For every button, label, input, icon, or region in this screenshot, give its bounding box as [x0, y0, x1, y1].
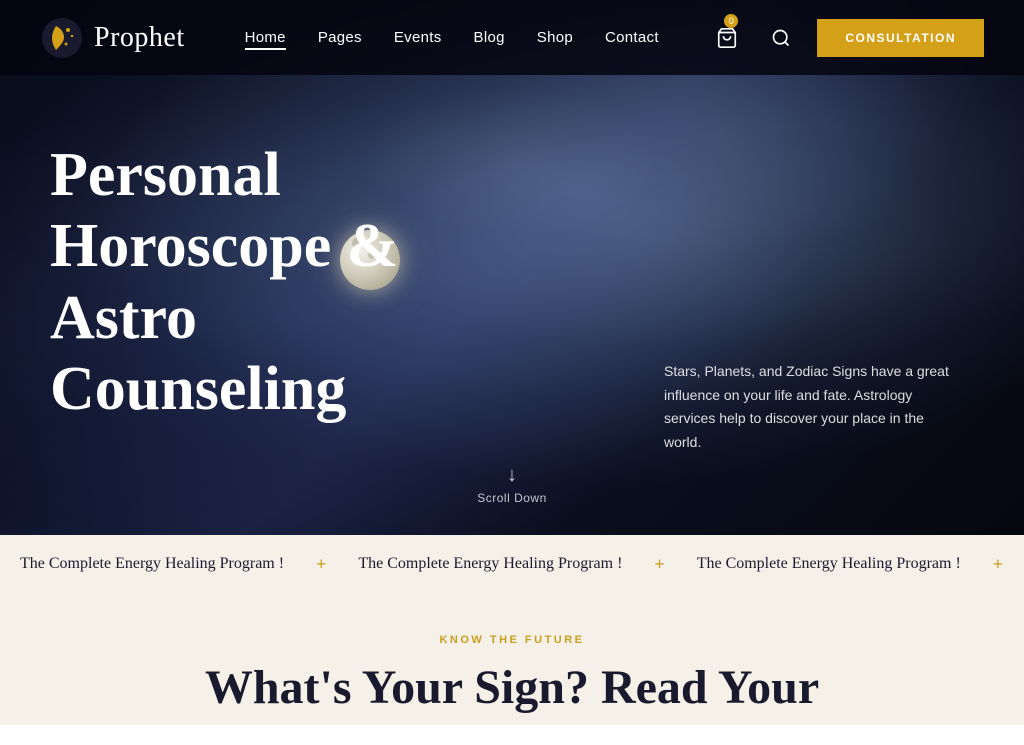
nav-item-shop[interactable]: Shop — [537, 29, 573, 47]
nav-links: Home Pages Events Blog Shop Contact — [245, 29, 659, 47]
nav-link-blog[interactable]: Blog — [474, 29, 505, 46]
search-icon — [771, 28, 791, 48]
nav-link-shop[interactable]: Shop — [537, 29, 573, 46]
scroll-arrow-icon: ↓ — [507, 465, 517, 485]
nav-link-contact[interactable]: Contact — [605, 29, 659, 46]
ticker-content: The Complete Energy Healing Program ! + … — [0, 554, 1024, 575]
ticker-text-3: The Complete Energy Healing Program ! — [697, 555, 961, 573]
nav-link-home[interactable]: Home — [245, 29, 286, 50]
scroll-down-label: Scroll Down — [477, 491, 547, 505]
nav-right-actions: 0 CONSULTATION — [709, 19, 984, 57]
nav-link-pages[interactable]: Pages — [318, 29, 362, 46]
section-eyebrow: KNOW THE FUTURE — [439, 634, 584, 646]
below-section: KNOW THE FUTURE What's Your Sign? Read Y… — [0, 593, 1024, 725]
cart-icon — [716, 27, 738, 49]
ticker-text-2: The Complete Energy Healing Program ! — [358, 555, 622, 573]
nav-item-home[interactable]: Home — [245, 29, 286, 47]
hero-title: Personal Horoscope & Astro Counseling — [50, 140, 470, 425]
nav-item-events[interactable]: Events — [394, 29, 442, 47]
cart-button[interactable]: 0 — [709, 20, 745, 56]
nav-item-pages[interactable]: Pages — [318, 29, 362, 47]
navbar: Prophet Home Pages Events Blog Shop Cont… — [0, 0, 1024, 75]
brand-name: Prophet — [94, 22, 185, 54]
scroll-down-button[interactable]: ↓ Scroll Down — [477, 465, 547, 505]
nav-link-events[interactable]: Events — [394, 29, 442, 46]
ticker-bar: The Complete Energy Healing Program ! + … — [0, 535, 1024, 593]
hero-content: Personal Horoscope & Astro Counseling — [0, 110, 520, 425]
ticker-plus-2: + — [654, 554, 664, 575]
section-heading: What's Your Sign? Read Your — [205, 660, 819, 715]
hero-section: Personal Horoscope & Astro Counseling St… — [0, 0, 1024, 535]
logo-icon — [40, 16, 84, 60]
ticker-plus-3: + — [993, 554, 1003, 575]
nav-item-contact[interactable]: Contact — [605, 29, 659, 47]
consultation-button[interactable]: CONSULTATION — [817, 19, 984, 57]
hero-description: Stars, Planets, and Zodiac Signs have a … — [664, 360, 964, 455]
ticker-plus-1: + — [316, 554, 326, 575]
logo-link[interactable]: Prophet — [40, 16, 185, 60]
ticker-text-1: The Complete Energy Healing Program ! — [20, 555, 284, 573]
search-button[interactable] — [763, 20, 799, 56]
nav-item-blog[interactable]: Blog — [474, 29, 505, 47]
